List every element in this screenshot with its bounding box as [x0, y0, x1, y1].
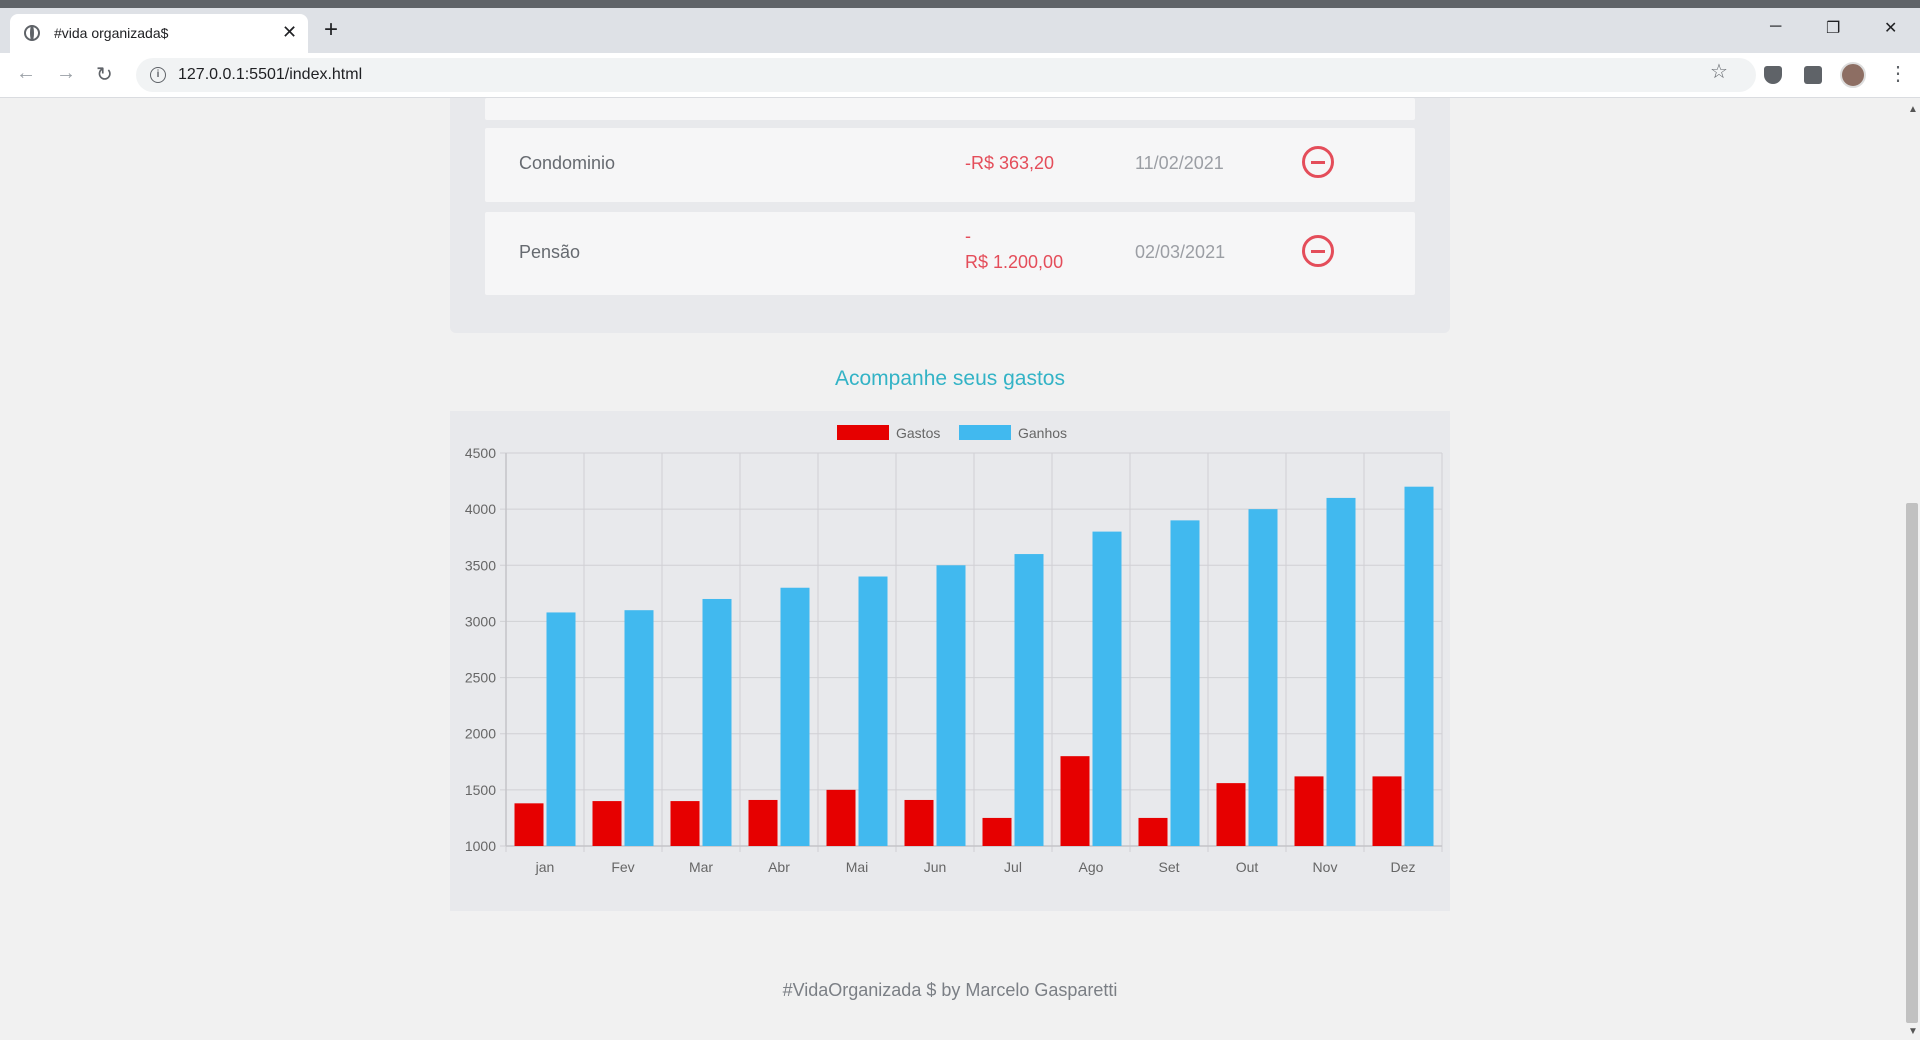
window-top-border	[0, 0, 1920, 8]
bar-ganhos	[624, 610, 654, 846]
bar-ganhos	[1326, 497, 1356, 846]
x-tick-label: Ago	[1079, 859, 1104, 875]
restore-button[interactable]: ❐	[1826, 18, 1840, 38]
browser-toolbar: ← → ↻ i 127.0.0.1:5501/index.html ☆ ⋮	[0, 53, 1920, 98]
bar-ganhos	[1248, 509, 1278, 846]
bar-gastos	[670, 801, 700, 846]
y-tick-label: 1000	[465, 838, 496, 854]
transaction-row: Pensão - R$ 1.200,00 02/03/2021	[485, 212, 1415, 295]
bar-gastos	[982, 817, 1012, 846]
bar-gastos	[904, 799, 934, 846]
transaction-amount: R$ 1.200,00	[965, 252, 1064, 272]
chart-section-title: Acompanhe seus gastos	[835, 367, 1065, 390]
x-tick-label: Out	[1236, 859, 1259, 875]
transaction-row	[485, 98, 1415, 120]
transaction-amount-sign: -	[965, 226, 971, 246]
bar-gastos	[1372, 776, 1402, 846]
globe-icon	[24, 25, 40, 41]
browser-tab[interactable]: #vida organizada$ ✕	[10, 14, 308, 53]
y-tick-label: 2500	[465, 670, 496, 686]
bar-gastos	[1060, 756, 1090, 846]
x-tick-label: Nov	[1313, 859, 1338, 875]
bookmark-star-icon[interactable]: ☆	[1710, 59, 1728, 84]
bar-ganhos	[936, 565, 966, 846]
scroll-up-arrow-icon[interactable]: ▲	[1908, 104, 1918, 115]
transaction-row: Condominio -R$ 363,20 11/02/2021	[485, 128, 1415, 202]
x-tick-label: jan	[535, 859, 555, 875]
bar-gastos	[1294, 776, 1324, 846]
y-tick-label: 3000	[465, 613, 496, 629]
x-tick-label: Jul	[1004, 859, 1022, 875]
tab-strip: #vida organizada$ ✕ + ─ ❐ ✕	[0, 8, 1920, 53]
transaction-date: 02/03/2021	[1135, 242, 1226, 262]
legend-swatch	[837, 425, 889, 440]
scroll-thumb[interactable]	[1906, 503, 1918, 1023]
bar-ganhos	[1014, 554, 1044, 846]
vertical-scrollbar[interactable]: ▲ ▼	[1904, 98, 1920, 1040]
bar-ganhos	[546, 612, 576, 846]
profile-avatar[interactable]	[1840, 62, 1866, 88]
y-tick-label: 4000	[465, 501, 496, 517]
bar-gastos	[826, 789, 856, 846]
bar-chart: 1000 1500 2000 2500 3000 3500 4000 4500 jan Fev Ma…	[465, 425, 1443, 875]
legend-label: Gastos	[896, 425, 940, 441]
y-tick-label: 3500	[465, 557, 496, 573]
address-bar[interactable]: i 127.0.0.1:5501/index.html	[136, 58, 1756, 92]
bar-ganhos	[1404, 486, 1434, 846]
y-tick-label: 4500	[465, 445, 496, 461]
transaction-name: Condominio	[519, 153, 616, 173]
bar-ganhos	[780, 587, 810, 846]
transaction-amount: -R$ 363,20	[965, 153, 1055, 173]
bar-gastos	[1216, 783, 1246, 846]
bar-gastos	[1138, 817, 1168, 846]
transaction-name: Pensão	[519, 242, 581, 262]
bar-gastos	[592, 801, 622, 846]
transaction-date: 11/02/2021	[1135, 153, 1224, 173]
shield-extension-icon[interactable]	[1764, 66, 1782, 84]
tab-title: #vida organizada$	[54, 25, 169, 41]
extensions-puzzle-icon[interactable]	[1804, 66, 1822, 84]
x-tick-label: Mai	[846, 859, 869, 875]
x-tick-label: Abr	[768, 859, 790, 875]
url-text: 127.0.0.1:5501/index.html	[178, 66, 363, 83]
bar-gastos	[748, 799, 778, 846]
transactions-panel: Condominio -R$ 363,20 11/02/2021 Pensão …	[450, 98, 1450, 333]
bar-ganhos	[1170, 520, 1200, 846]
reload-icon[interactable]: ↻	[96, 62, 113, 87]
scroll-down-arrow-icon[interactable]: ▼	[1908, 1026, 1918, 1037]
x-tick-label: Set	[1158, 859, 1179, 875]
x-tick-label: Fev	[611, 859, 634, 875]
y-tick-label: 2000	[465, 726, 496, 742]
chart-container: 1000 1500 2000 2500 3000 3500 4000 4500 jan Fev Ma…	[450, 411, 1450, 911]
info-icon[interactable]: i	[150, 67, 166, 83]
bar-ganhos	[858, 576, 888, 846]
footer-credit: #VidaOrganizada $ by Marcelo Gasparetti	[782, 980, 1118, 1000]
bar-ganhos	[1092, 531, 1122, 846]
x-tick-label: Jun	[924, 859, 947, 875]
x-tick-label: Dez	[1391, 859, 1416, 875]
remove-transaction-icon[interactable]	[1302, 146, 1334, 178]
window-close-button[interactable]: ✕	[1884, 18, 1897, 38]
legend-swatch	[959, 425, 1011, 440]
back-arrow-icon[interactable]: ←	[16, 62, 36, 85]
bar-ganhos	[702, 598, 732, 846]
remove-transaction-icon[interactable]	[1302, 235, 1334, 267]
legend-label: Ganhos	[1018, 425, 1067, 441]
forward-arrow-icon[interactable]: →	[56, 62, 76, 85]
bar-gastos	[514, 803, 544, 846]
minimize-button[interactable]: ─	[1770, 18, 1781, 36]
new-tab-button[interactable]: +	[324, 18, 338, 42]
y-tick-label: 1500	[465, 782, 496, 798]
page-content: Condominio -R$ 363,20 11/02/2021 Pensão …	[0, 98, 1904, 1040]
x-tick-label: Mar	[689, 859, 713, 875]
menu-kebab-icon[interactable]: ⋮	[1888, 61, 1908, 86]
tab-close-icon[interactable]: ✕	[282, 22, 297, 43]
